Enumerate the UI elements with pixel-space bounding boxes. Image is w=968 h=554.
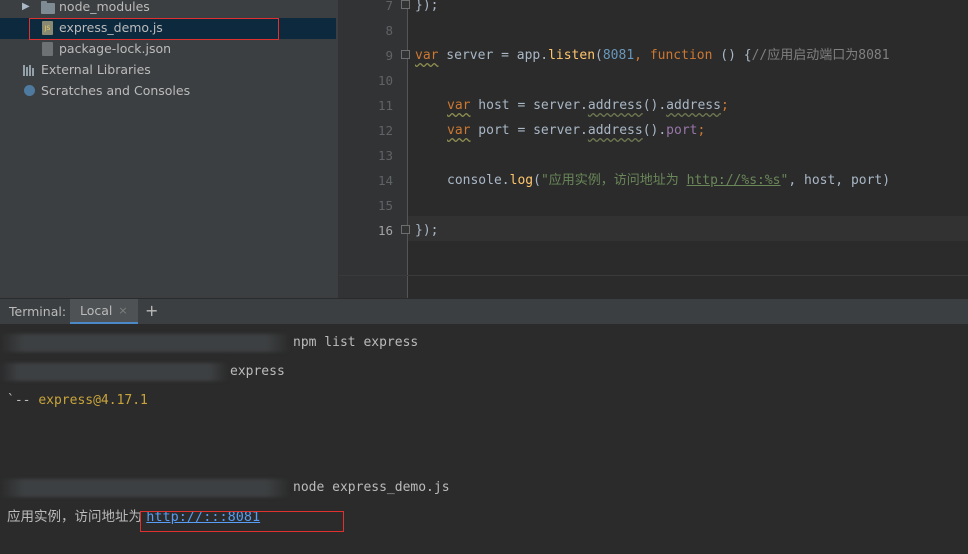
- project-tree-panel: ▶ node_modules JS express_demo.js packag…: [0, 0, 339, 298]
- editor-footer: [339, 275, 968, 299]
- line-number: 14: [377, 173, 393, 188]
- highlight-box: [140, 511, 344, 532]
- line-number: 8: [385, 23, 393, 38]
- highlight-box: [29, 18, 279, 40]
- line-number: 11: [377, 98, 393, 113]
- line-number: 15: [377, 198, 393, 213]
- current-line-highlight: [408, 216, 968, 241]
- terminal-output-line: `-- express@4.17.1: [7, 393, 148, 408]
- libraries-icon: [23, 63, 37, 77]
- add-terminal-button[interactable]: +: [145, 301, 158, 320]
- folder-icon: [41, 1, 55, 14]
- terminal-tab-local[interactable]: Local ×: [70, 299, 138, 324]
- terminal-command: npm list express: [293, 335, 419, 350]
- code-line-14[interactable]: console.log("应用实例，访问地址为 http://%s:%s", h…: [447, 168, 890, 193]
- line-number: 13: [377, 148, 393, 163]
- tree-item-package-lock-json[interactable]: package-lock.json: [0, 39, 336, 60]
- fold-marker-icon[interactable]: [401, 50, 410, 59]
- tree-item-scratches-and-consoles[interactable]: Scratches and Consoles: [0, 81, 336, 102]
- code-line-9[interactable]: var server = app.listen(8081, function (…: [415, 43, 890, 68]
- fold-marker-icon[interactable]: [401, 225, 410, 234]
- terminal-toolbar: Terminal: Local × +: [0, 298, 968, 325]
- terminal-title: Terminal:: [9, 304, 67, 319]
- line-number: 7: [385, 0, 393, 13]
- tree-item-label: node_modules: [59, 0, 150, 14]
- code-editor[interactable]: 7 8 9 10 11 12 13 14 15 16 }); var serve…: [339, 0, 968, 299]
- code-line-7[interactable]: });: [415, 0, 438, 18]
- line-number: 10: [377, 73, 393, 88]
- line-number: 12: [377, 123, 393, 138]
- tree-item-node-modules[interactable]: ▶ node_modules: [0, 0, 336, 18]
- fold-marker-icon[interactable]: [401, 0, 410, 9]
- code-line-11[interactable]: var host = server.address().address;: [447, 93, 729, 118]
- code-line-16[interactable]: });: [415, 218, 438, 243]
- tab-label: Local: [80, 303, 113, 318]
- line-number: 9: [385, 48, 393, 63]
- json-file-icon: [42, 42, 53, 56]
- redacted-prompt: [0, 479, 290, 497]
- redacted-prompt: [0, 334, 290, 352]
- tree-item-label: External Libraries: [41, 62, 151, 77]
- terminal-command: node express_demo.js: [293, 480, 450, 495]
- code-line-12[interactable]: var port = server.address().port;: [447, 118, 705, 143]
- redacted-path: [0, 363, 228, 381]
- tree-item-external-libraries[interactable]: External Libraries: [0, 60, 336, 81]
- line-number-active: 16: [377, 223, 393, 238]
- scratches-icon: [24, 85, 35, 96]
- close-icon[interactable]: ×: [118, 304, 127, 317]
- expand-arrow-icon[interactable]: ▶: [22, 1, 30, 12]
- terminal-output-line: express: [230, 364, 285, 379]
- tree-item-label: package-lock.json: [59, 41, 172, 56]
- tree-item-label: Scratches and Consoles: [41, 83, 191, 98]
- line-number-gutter: 7 8 9 10 11 12 13 14 15 16: [339, 0, 408, 275]
